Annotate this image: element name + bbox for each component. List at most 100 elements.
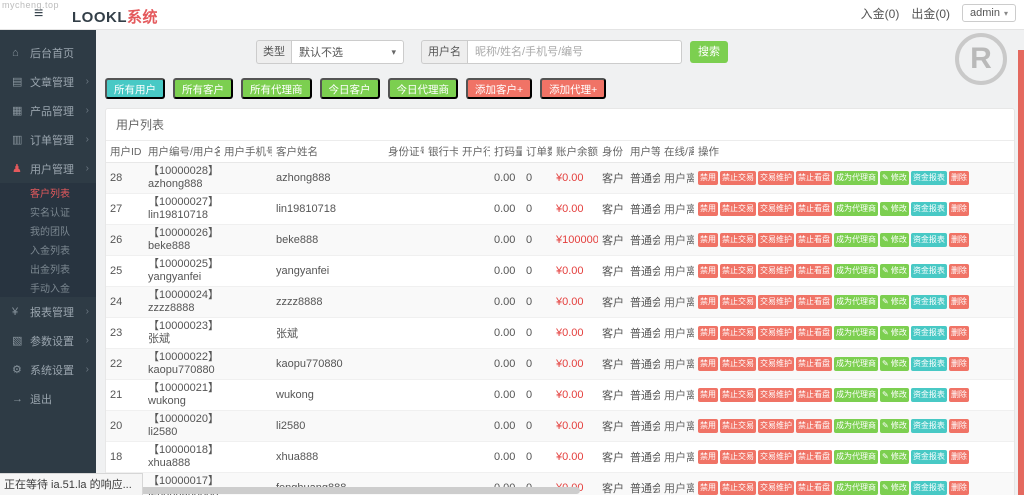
delete-button[interactable]: 删除 xyxy=(949,419,969,433)
all-customers-button[interactable]: 所有客户 xyxy=(173,78,233,99)
forbid-trade-button[interactable]: 禁止交易 xyxy=(720,295,756,309)
delete-button[interactable]: 删除 xyxy=(949,388,969,402)
fund-report-button[interactable]: 资金报表 xyxy=(911,450,947,464)
trade-maintenance-button[interactable]: 交易维护 xyxy=(758,357,794,371)
sidebar-item-logout[interactable]: → 退出 xyxy=(0,384,96,413)
forbid-market-view-button[interactable]: 禁止看盘 xyxy=(796,419,832,433)
forbid-market-view-button[interactable]: 禁止看盘 xyxy=(796,264,832,278)
forbid-trade-button[interactable]: 禁止交易 xyxy=(720,202,756,216)
edit-button[interactable]: ✎ 修改 xyxy=(880,264,909,278)
fund-report-button[interactable]: 资金报表 xyxy=(911,388,947,402)
sidebar-subitem-deposit-list[interactable]: 入金列表 xyxy=(0,240,96,259)
disable-button[interactable]: 禁用 xyxy=(698,171,718,185)
forbid-trade-button[interactable]: 禁止交易 xyxy=(720,419,756,433)
disable-button[interactable]: 禁用 xyxy=(698,326,718,340)
all-agents-button[interactable]: 所有代理商 xyxy=(241,78,312,99)
username-search-input[interactable] xyxy=(467,40,682,64)
forbid-market-view-button[interactable]: 禁止看盘 xyxy=(796,295,832,309)
type-select[interactable]: 默认不选 ▾ xyxy=(291,40,404,64)
edit-button[interactable]: ✎ 修改 xyxy=(880,481,909,495)
fund-report-button[interactable]: 资金报表 xyxy=(911,481,947,495)
trade-maintenance-button[interactable]: 交易维护 xyxy=(758,202,794,216)
fund-report-button[interactable]: 资金报表 xyxy=(911,295,947,309)
disable-button[interactable]: 禁用 xyxy=(698,419,718,433)
delete-button[interactable]: 删除 xyxy=(949,326,969,340)
sidebar-item-products[interactable]: ▦ 产品管理 › xyxy=(0,96,96,125)
trade-maintenance-button[interactable]: 交易维护 xyxy=(758,233,794,247)
delete-button[interactable]: 删除 xyxy=(949,264,969,278)
edit-button[interactable]: ✎ 修改 xyxy=(880,171,909,185)
become-agent-button[interactable]: 成为代理商 xyxy=(834,295,878,309)
deposit-link[interactable]: 入金(0) xyxy=(861,5,900,22)
disable-button[interactable]: 禁用 xyxy=(698,233,718,247)
forbid-trade-button[interactable]: 禁止交易 xyxy=(720,388,756,402)
today-customers-button[interactable]: 今日客户 xyxy=(320,78,380,99)
add-agent-button[interactable]: 添加代理+ xyxy=(540,78,606,99)
delete-button[interactable]: 删除 xyxy=(949,171,969,185)
withdraw-link[interactable]: 出金(0) xyxy=(911,5,950,22)
delete-button[interactable]: 删除 xyxy=(949,481,969,495)
fund-report-button[interactable]: 资金报表 xyxy=(911,357,947,371)
trade-maintenance-button[interactable]: 交易维护 xyxy=(758,388,794,402)
forbid-trade-button[interactable]: 禁止交易 xyxy=(720,481,756,495)
forbid-market-view-button[interactable]: 禁止看盘 xyxy=(796,481,832,495)
forbid-market-view-button[interactable]: 禁止看盘 xyxy=(796,233,832,247)
fund-report-button[interactable]: 资金报表 xyxy=(911,233,947,247)
sidebar-item-system[interactable]: ⚙ 系统设置 › xyxy=(0,355,96,384)
forbid-trade-button[interactable]: 禁止交易 xyxy=(720,357,756,371)
delete-button[interactable]: 删除 xyxy=(949,450,969,464)
become-agent-button[interactable]: 成为代理商 xyxy=(834,171,878,185)
disable-button[interactable]: 禁用 xyxy=(698,202,718,216)
sidebar-subitem-withdraw-list[interactable]: 出金列表 xyxy=(0,259,96,278)
sidebar-subitem-customer-list[interactable]: 客户列表 xyxy=(0,183,96,202)
become-agent-button[interactable]: 成为代理商 xyxy=(834,326,878,340)
trade-maintenance-button[interactable]: 交易维护 xyxy=(758,171,794,185)
edit-button[interactable]: ✎ 修改 xyxy=(880,295,909,309)
edit-button[interactable]: ✎ 修改 xyxy=(880,233,909,247)
forbid-market-view-button[interactable]: 禁止看盘 xyxy=(796,388,832,402)
become-agent-button[interactable]: 成为代理商 xyxy=(834,481,878,495)
become-agent-button[interactable]: 成为代理商 xyxy=(834,202,878,216)
sidebar-subitem-my-team[interactable]: 我的团队 xyxy=(0,221,96,240)
forbid-trade-button[interactable]: 禁止交易 xyxy=(720,450,756,464)
edit-button[interactable]: ✎ 修改 xyxy=(880,419,909,433)
edit-button[interactable]: ✎ 修改 xyxy=(880,202,909,216)
sidebar-item-articles[interactable]: ▤ 文章管理 › xyxy=(0,67,96,96)
trade-maintenance-button[interactable]: 交易维护 xyxy=(758,295,794,309)
today-agents-button[interactable]: 今日代理商 xyxy=(388,78,459,99)
trade-maintenance-button[interactable]: 交易维护 xyxy=(758,481,794,495)
trade-maintenance-button[interactable]: 交易维护 xyxy=(758,326,794,340)
all-users-button[interactable]: 所有用户 xyxy=(105,78,165,99)
trade-maintenance-button[interactable]: 交易维护 xyxy=(758,264,794,278)
become-agent-button[interactable]: 成为代理商 xyxy=(834,233,878,247)
delete-button[interactable]: 删除 xyxy=(949,295,969,309)
edit-button[interactable]: ✎ 修改 xyxy=(880,357,909,371)
sidebar-item-home[interactable]: ⌂ 后台首页 xyxy=(0,38,96,67)
become-agent-button[interactable]: 成为代理商 xyxy=(834,357,878,371)
fund-report-button[interactable]: 资金报表 xyxy=(911,264,947,278)
fund-report-button[interactable]: 资金报表 xyxy=(911,326,947,340)
disable-button[interactable]: 禁用 xyxy=(698,450,718,464)
forbid-market-view-button[interactable]: 禁止看盘 xyxy=(796,171,832,185)
forbid-market-view-button[interactable]: 禁止看盘 xyxy=(796,450,832,464)
disable-button[interactable]: 禁用 xyxy=(698,481,718,495)
forbid-market-view-button[interactable]: 禁止看盘 xyxy=(796,202,832,216)
become-agent-button[interactable]: 成为代理商 xyxy=(834,419,878,433)
horizontal-scrollbar[interactable] xyxy=(100,487,580,494)
disable-button[interactable]: 禁用 xyxy=(698,295,718,309)
fund-report-button[interactable]: 资金报表 xyxy=(911,202,947,216)
edit-button[interactable]: ✎ 修改 xyxy=(880,450,909,464)
delete-button[interactable]: 删除 xyxy=(949,233,969,247)
edit-button[interactable]: ✎ 修改 xyxy=(880,388,909,402)
admin-dropdown[interactable]: admin ▾ xyxy=(962,4,1016,22)
sidebar-item-params[interactable]: ▧ 参数设置 › xyxy=(0,326,96,355)
fund-report-button[interactable]: 资金报表 xyxy=(911,171,947,185)
sidebar-item-users[interactable]: ♟ 用户管理 › xyxy=(0,154,96,183)
become-agent-button[interactable]: 成为代理商 xyxy=(834,264,878,278)
sidebar-item-orders[interactable]: ▥ 订单管理 › xyxy=(0,125,96,154)
trade-maintenance-button[interactable]: 交易维护 xyxy=(758,419,794,433)
forbid-trade-button[interactable]: 禁止交易 xyxy=(720,171,756,185)
become-agent-button[interactable]: 成为代理商 xyxy=(834,450,878,464)
forbid-trade-button[interactable]: 禁止交易 xyxy=(720,326,756,340)
become-agent-button[interactable]: 成为代理商 xyxy=(834,388,878,402)
